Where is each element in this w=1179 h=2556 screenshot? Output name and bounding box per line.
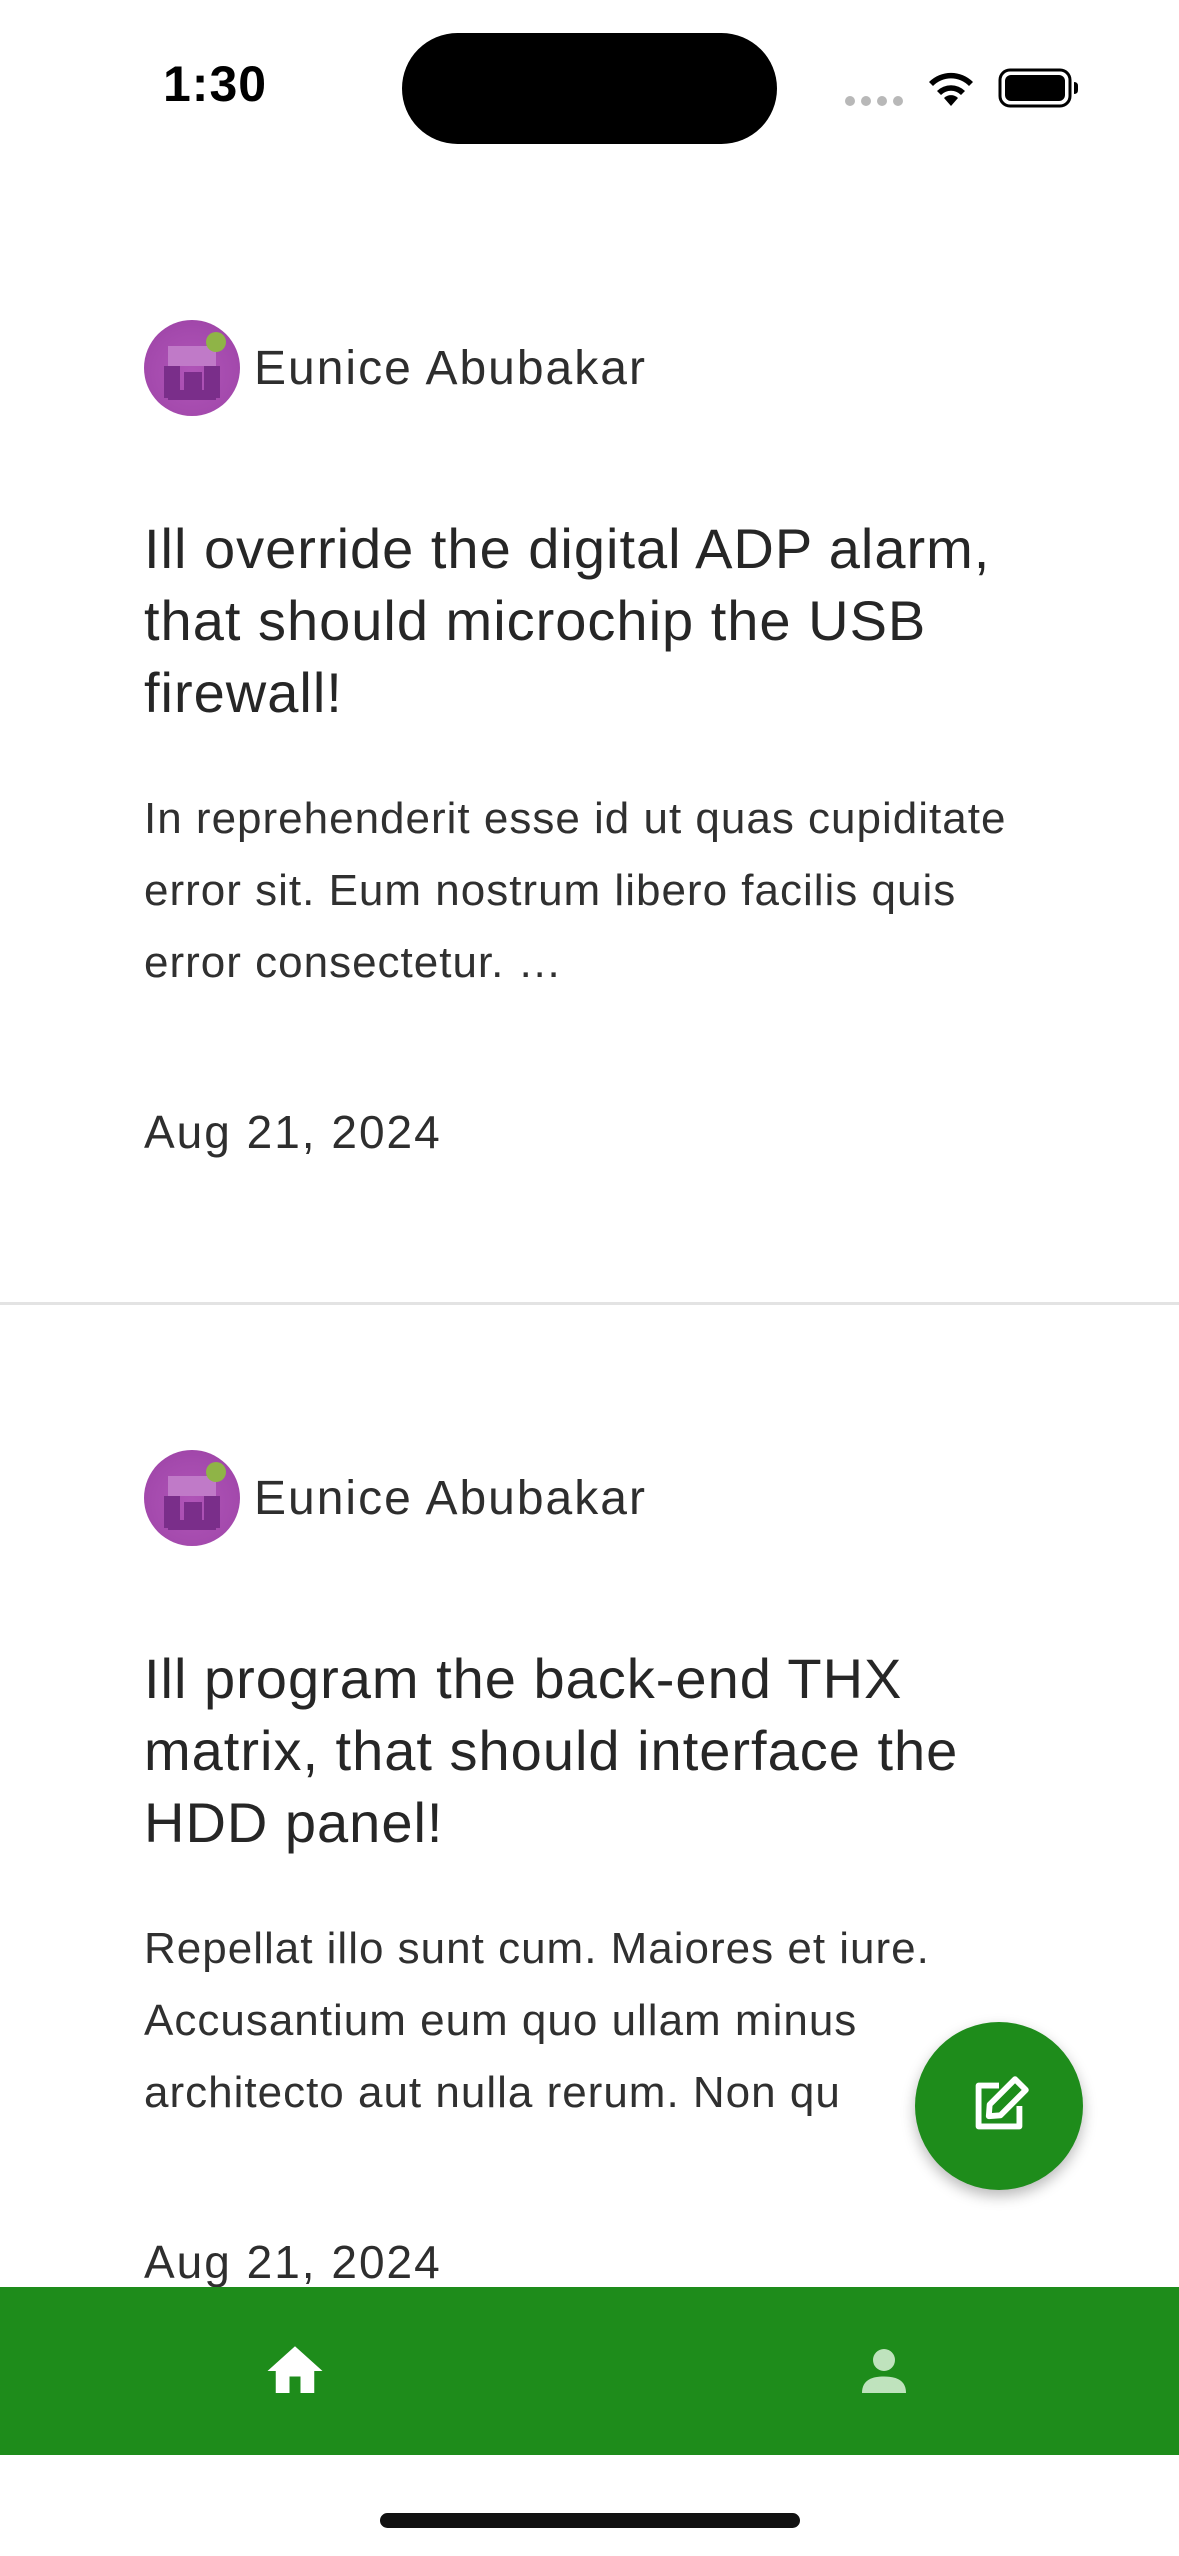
bottom-nav	[0, 2287, 1179, 2455]
post-title[interactable]: Ill override the digital ADP alarm, that…	[144, 513, 1044, 729]
edit-icon	[975, 2076, 1029, 2130]
dynamic-island	[402, 33, 777, 144]
status-bar: 1:30	[0, 0, 1179, 175]
post-title[interactable]: Ill program the back-end THX matrix, tha…	[144, 1643, 1044, 1859]
status-time: 1:30	[163, 56, 268, 112]
home-indicator	[380, 2513, 800, 2528]
post-excerpt: In reprehenderit esse id ut quas cupidit…	[144, 794, 1007, 987]
battery-icon	[998, 68, 1078, 108]
new-post-button[interactable]	[915, 2022, 1083, 2190]
avatar	[144, 1450, 240, 1546]
post-date: Aug 21, 2024	[144, 1106, 442, 1158]
post-feed[interactable]: Eunice Abubakar Ill override the digital…	[0, 175, 1179, 2287]
post-author[interactable]: Eunice Abubakar	[144, 320, 647, 416]
nav-home[interactable]	[0, 2287, 590, 2455]
post-excerpt: Repellat illo sunt cum. Maiores et iure.…	[144, 1924, 930, 2117]
home-icon	[267, 2346, 323, 2393]
wifi-icon	[929, 72, 973, 106]
post-date: Aug 21, 2024	[144, 2236, 442, 2287]
post-card[interactable]: Eunice Abubakar Ill override the digital…	[0, 175, 1179, 1305]
author-name: Eunice Abubakar	[254, 1471, 647, 1525]
nav-profile[interactable]	[590, 2287, 1179, 2455]
profile-icon	[862, 2349, 907, 2393]
avatar	[144, 320, 240, 416]
author-name: Eunice Abubakar	[254, 341, 647, 395]
post-author[interactable]: Eunice Abubakar	[144, 1450, 647, 1546]
signal-dots-icon	[845, 96, 905, 106]
